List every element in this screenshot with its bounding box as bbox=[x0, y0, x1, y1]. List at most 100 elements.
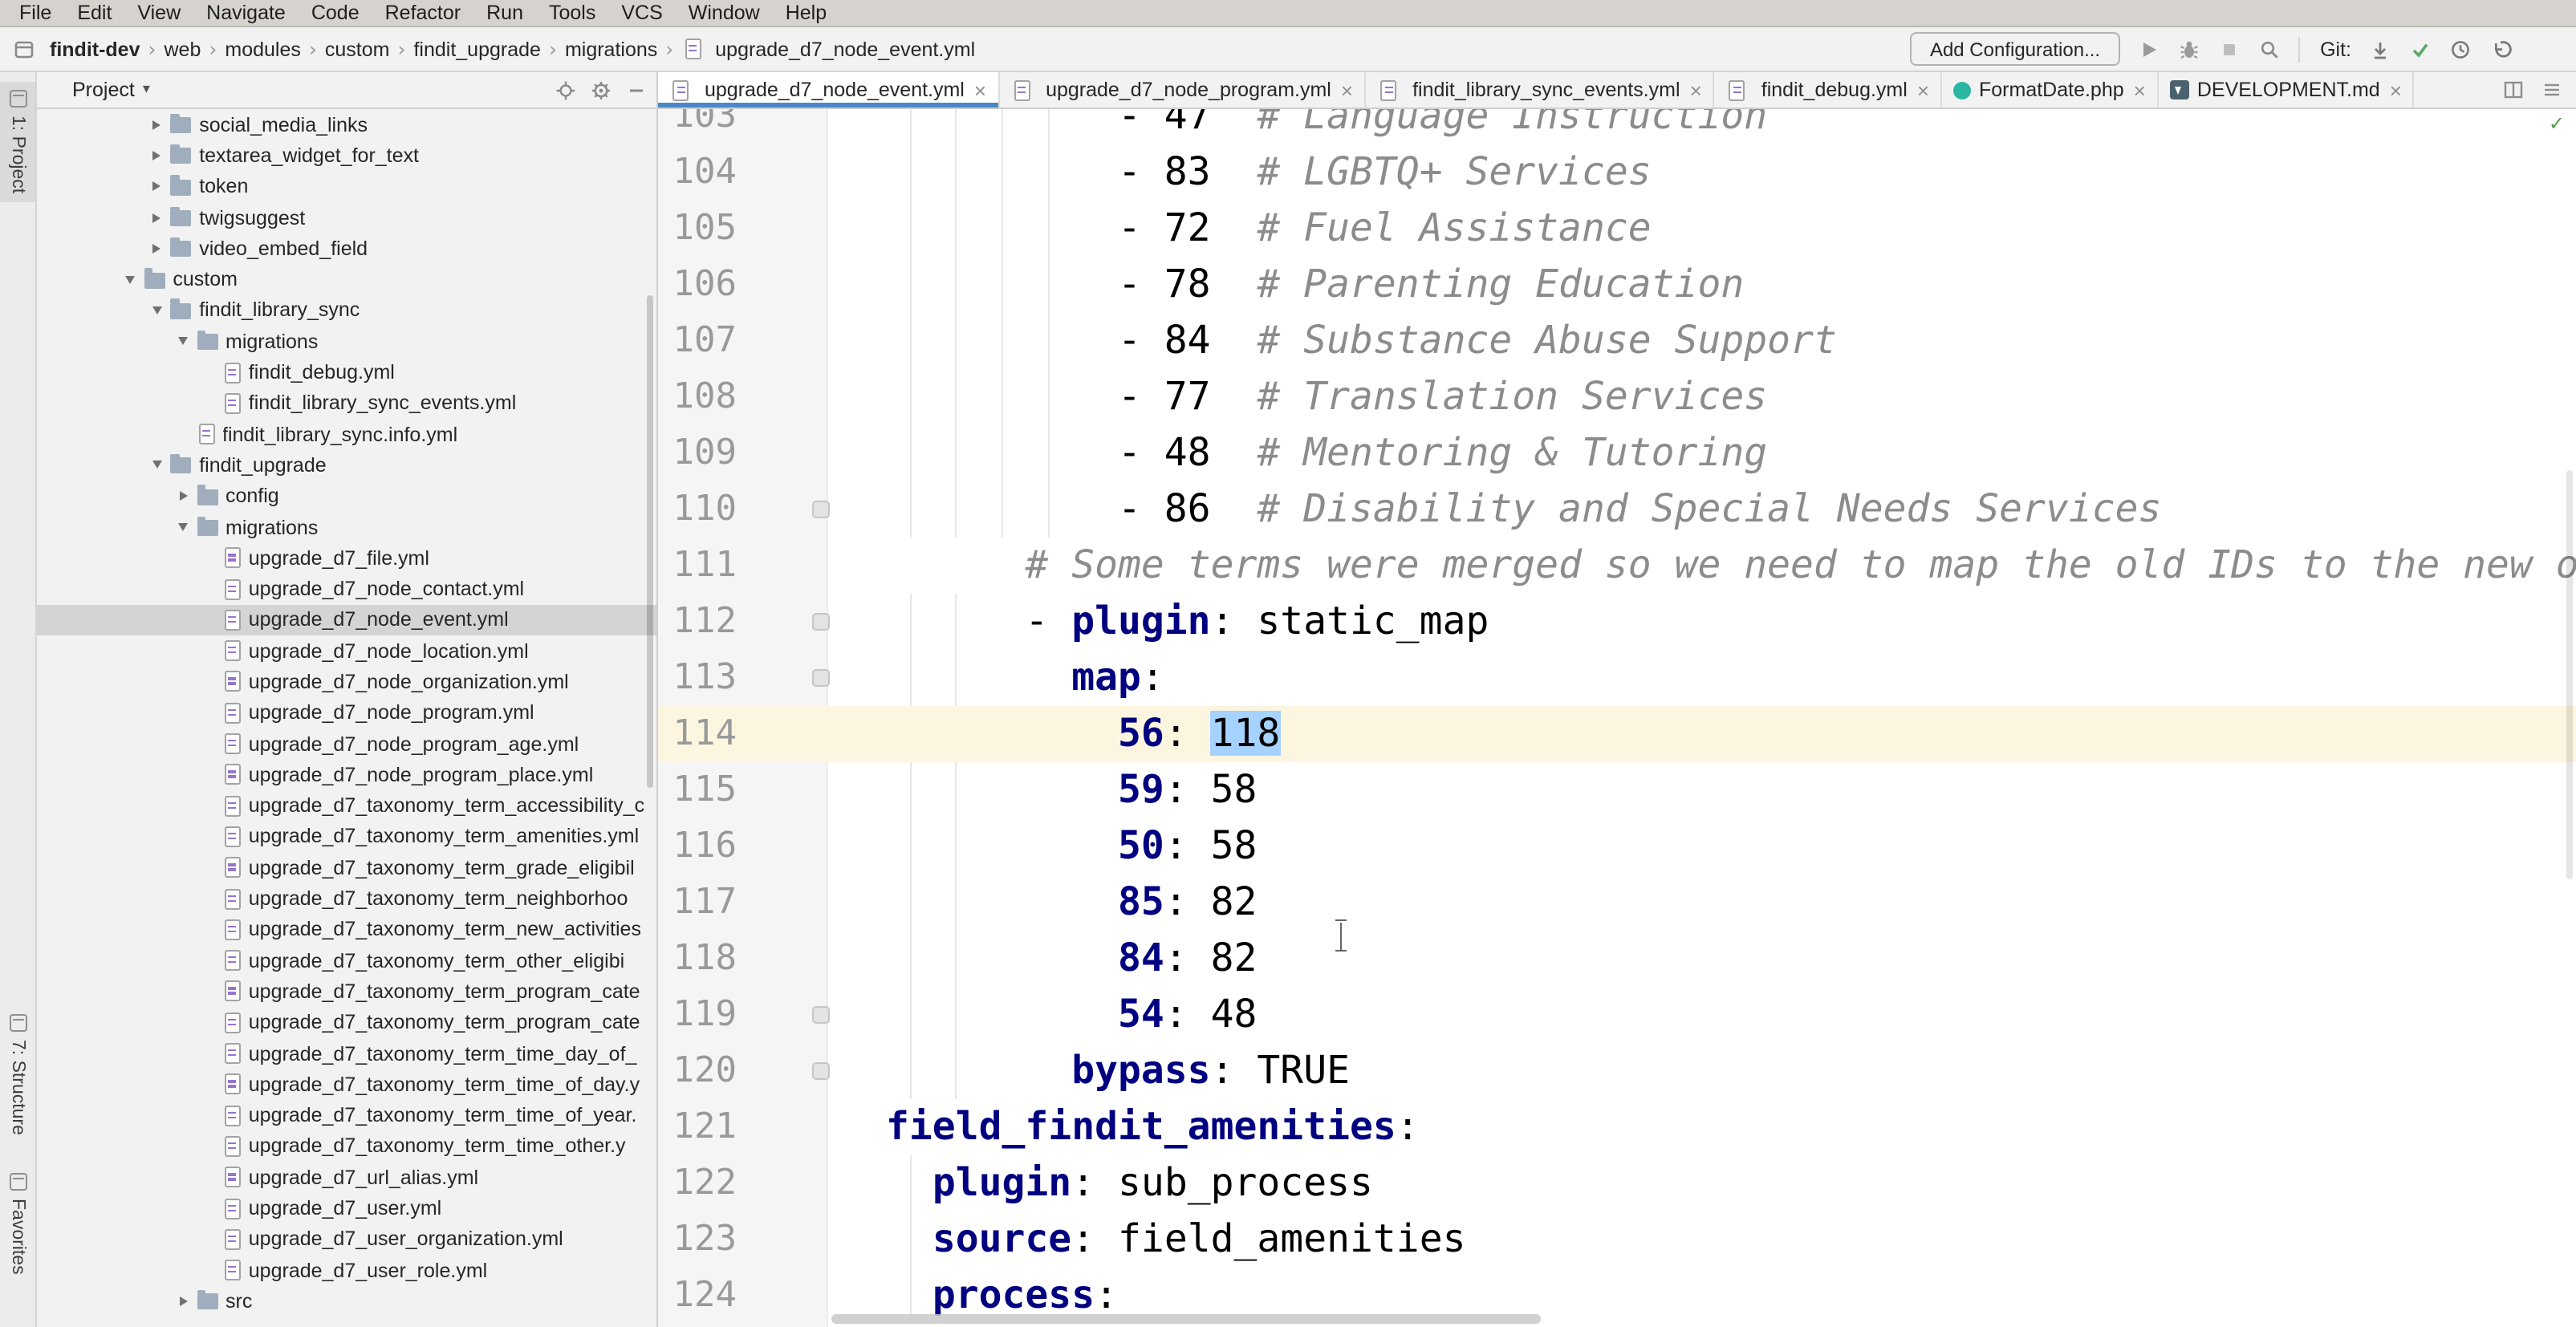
menu-item-window[interactable]: Window bbox=[676, 2, 773, 24]
tree-item-token[interactable]: token bbox=[37, 171, 656, 202]
line-number[interactable]: 123 bbox=[658, 1211, 737, 1268]
code-line-107[interactable]: 107 - 84 # Substance Abuse Support bbox=[658, 313, 2576, 369]
menu-item-tools[interactable]: Tools bbox=[536, 2, 608, 24]
tree-item-upgrade_d7_taxonomy_term_program_cate[interactable]: upgrade_d7_taxonomy_term_program_cate bbox=[37, 1007, 656, 1038]
run-icon[interactable] bbox=[2137, 38, 2160, 60]
fold-marker-icon[interactable] bbox=[812, 669, 830, 687]
line-number[interactable]: 111 bbox=[658, 538, 737, 594]
code-line-112[interactable]: 112 - plugin: static_map bbox=[658, 594, 2576, 650]
hide-panel-icon[interactable] bbox=[626, 79, 647, 100]
tree-item-upgrade_d7_node_program_age.yml[interactable]: upgrade_d7_node_program_age.yml bbox=[37, 728, 656, 760]
project-tree-scrollbar[interactable] bbox=[647, 295, 653, 788]
debug-bug-icon[interactable] bbox=[2177, 38, 2200, 60]
locate-file-icon[interactable] bbox=[555, 79, 576, 100]
tree-item-findit_upgrade[interactable]: findit_upgrade bbox=[37, 450, 656, 481]
tree-item-upgrade_d7_taxonomy_term_other_eligibi[interactable]: upgrade_d7_taxonomy_term_other_eligibi bbox=[37, 945, 656, 976]
breadcrumb-item[interactable]: modules bbox=[221, 38, 304, 60]
code-line-111[interactable]: 111 # Some terms were merged so we need … bbox=[658, 538, 2576, 594]
code-line-119[interactable]: 119 54: 48 bbox=[658, 987, 2576, 1043]
tree-item-findit_library_sync_events.yml[interactable]: findit_library_sync_events.yml bbox=[37, 388, 656, 419]
chevron-collapsed-icon[interactable] bbox=[144, 171, 169, 202]
breadcrumb-item[interactable]: findit-dev bbox=[47, 38, 144, 60]
tab-findit_library_sync_events.yml[interactable]: findit_library_sync_events.yml× bbox=[1366, 72, 1715, 108]
code-line-103[interactable]: 103 - 47 # Language Instruction bbox=[658, 109, 2576, 144]
tab-FormatDate.php[interactable]: FormatDate.php× bbox=[1942, 72, 2159, 108]
line-number[interactable]: 122 bbox=[658, 1155, 737, 1211]
tree-item-upgrade_d7_taxonomy_term_program_cate[interactable]: upgrade_d7_taxonomy_term_program_cate bbox=[37, 976, 656, 1008]
line-number[interactable]: 109 bbox=[658, 425, 737, 481]
line-number[interactable]: 112 bbox=[658, 594, 737, 650]
menu-item-refactor[interactable]: Refactor bbox=[372, 2, 474, 24]
gear-icon[interactable] bbox=[591, 79, 611, 100]
tree-item-findit_library_sync[interactable]: findit_library_sync bbox=[37, 295, 656, 327]
tree-item-migrations[interactable]: migrations bbox=[37, 512, 656, 543]
editor-menu-icon[interactable] bbox=[2541, 79, 2563, 101]
chevron-collapsed-icon[interactable] bbox=[171, 481, 195, 512]
line-number[interactable]: 107 bbox=[658, 313, 737, 369]
code-line-118[interactable]: 118 84: 82 bbox=[658, 931, 2576, 987]
tree-item-src[interactable]: src bbox=[37, 1286, 656, 1317]
tree-item-upgrade_d7_taxonomy_term_amenities.yml[interactable]: upgrade_d7_taxonomy_term_amenities.yml bbox=[37, 822, 656, 853]
menu-item-file[interactable]: File bbox=[6, 2, 64, 24]
chevron-collapsed-icon[interactable] bbox=[144, 233, 169, 264]
code-line-113[interactable]: 113 map: bbox=[658, 650, 2576, 706]
code-line-109[interactable]: 109 - 48 # Mentoring & Tutoring bbox=[658, 425, 2576, 481]
line-number[interactable]: 114 bbox=[658, 706, 737, 762]
line-number[interactable]: 110 bbox=[658, 481, 737, 538]
search-everywhere-icon[interactable] bbox=[2257, 38, 2280, 60]
tree-item-migrations[interactable]: migrations bbox=[37, 326, 656, 357]
tree-item-upgrade_d7_node_program_place.yml[interactable]: upgrade_d7_node_program_place.yml bbox=[37, 759, 656, 790]
tree-item-upgrade_d7_taxonomy_term_time_of_day.y[interactable]: upgrade_d7_taxonomy_term_time_of_day.y bbox=[37, 1069, 656, 1100]
code-line-117[interactable]: 117 85: 82 bbox=[658, 875, 2576, 931]
tree-item-upgrade_d7_user.yml[interactable]: upgrade_d7_user.yml bbox=[37, 1193, 656, 1224]
line-number[interactable]: 108 bbox=[658, 369, 737, 425]
breadcrumb-item[interactable]: findit_upgrade bbox=[410, 38, 543, 60]
tree-item-social_media_links[interactable]: social_media_links bbox=[37, 109, 656, 140]
tree-item-custom[interactable]: custom bbox=[37, 264, 656, 295]
split-editor-icon[interactable] bbox=[2502, 79, 2525, 101]
tree-item-video_embed_field[interactable]: video_embed_field bbox=[37, 233, 656, 264]
close-tab-icon[interactable]: × bbox=[974, 78, 986, 102]
project-stripe-button[interactable]: 1: Project bbox=[0, 82, 35, 201]
line-number[interactable]: 118 bbox=[658, 931, 737, 987]
chevron-expanded-icon[interactable] bbox=[171, 326, 195, 357]
close-tab-icon[interactable]: × bbox=[2134, 78, 2146, 102]
tree-item-upgrade_d7_node_contact.yml[interactable]: upgrade_d7_node_contact.yml bbox=[37, 574, 656, 605]
menu-item-run[interactable]: Run bbox=[473, 2, 536, 24]
line-number[interactable]: 103 bbox=[658, 109, 737, 144]
favorites-stripe-button[interactable]: Favorites bbox=[0, 1164, 35, 1282]
menu-item-view[interactable]: View bbox=[124, 2, 193, 24]
structure-stripe-button[interactable]: 7: Structure bbox=[0, 1005, 35, 1142]
menu-item-code[interactable]: Code bbox=[299, 2, 372, 24]
chevron-expanded-icon[interactable] bbox=[118, 264, 142, 295]
breadcrumb-item[interactable]: migrations bbox=[562, 38, 660, 60]
code-line-106[interactable]: 106 - 78 # Parenting Education bbox=[658, 257, 2576, 313]
git-history-clock-icon[interactable] bbox=[2449, 38, 2472, 60]
tree-item-upgrade_d7_file.yml[interactable]: upgrade_d7_file.yml bbox=[37, 542, 656, 574]
menu-item-edit[interactable]: Edit bbox=[64, 2, 124, 24]
git-rollback-icon[interactable] bbox=[2489, 38, 2512, 60]
menu-item-navigate[interactable]: Navigate bbox=[193, 2, 299, 24]
editor[interactable]: 103 - 47 # Language Instruction104 - 83 … bbox=[658, 109, 2576, 1327]
breadcrumb-item[interactable]: upgrade_d7_node_event.yml bbox=[678, 38, 978, 60]
line-number[interactable]: 104 bbox=[658, 144, 737, 201]
tree-item-upgrade_d7_user_role.yml[interactable]: upgrade_d7_user_role.yml bbox=[37, 1255, 656, 1286]
code-line-121[interactable]: 121field_findit_amenities: bbox=[658, 1099, 2576, 1155]
chevron-collapsed-icon[interactable] bbox=[144, 140, 169, 172]
menu-item-vcs[interactable]: VCS bbox=[608, 2, 675, 24]
fold-marker-icon[interactable] bbox=[812, 1006, 830, 1024]
tab-upgrade_d7_node_program.yml[interactable]: upgrade_d7_node_program.yml× bbox=[999, 72, 1366, 108]
tab-upgrade_d7_node_event.yml[interactable]: upgrade_d7_node_event.yml× bbox=[658, 72, 999, 108]
code-line-116[interactable]: 116 50: 58 bbox=[658, 818, 2576, 875]
tab-DEVELOPMENT.md[interactable]: DEVELOPMENT.md× bbox=[2159, 72, 2415, 108]
code-line-104[interactable]: 104 - 83 # LGBTQ+ Services bbox=[658, 144, 2576, 201]
line-number[interactable]: 116 bbox=[658, 818, 737, 875]
tree-item-config[interactable]: config bbox=[37, 481, 656, 512]
line-number[interactable]: 117 bbox=[658, 875, 737, 931]
tree-item-upgrade_d7_url_alias.yml[interactable]: upgrade_d7_url_alias.yml bbox=[37, 1162, 656, 1193]
tree-item-upgrade_d7_taxonomy_term_neighborhoo[interactable]: upgrade_d7_taxonomy_term_neighborhoo bbox=[37, 883, 656, 915]
code-line-115[interactable]: 115 59: 58 bbox=[658, 762, 2576, 818]
tree-item-upgrade_d7_taxonomy_term_time_of_year.[interactable]: upgrade_d7_taxonomy_term_time_of_year. bbox=[37, 1100, 656, 1131]
line-number[interactable]: 106 bbox=[658, 257, 737, 313]
tree-item-upgrade_d7_node_event.yml[interactable]: upgrade_d7_node_event.yml bbox=[37, 605, 656, 636]
